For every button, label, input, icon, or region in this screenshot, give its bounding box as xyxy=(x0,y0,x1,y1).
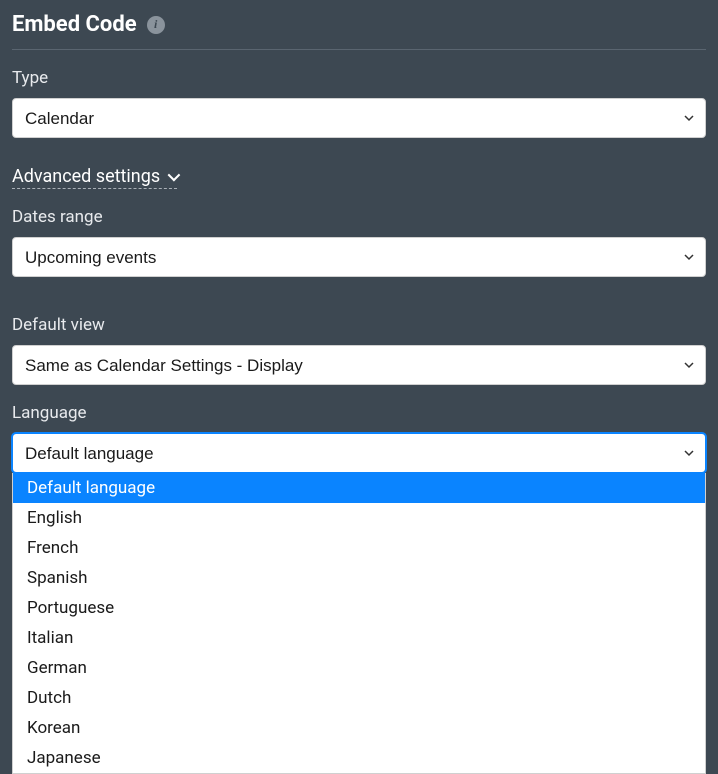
dates-range-label: Dates range xyxy=(12,207,706,227)
type-label: Type xyxy=(12,68,706,88)
page-title: Embed Code xyxy=(12,12,137,37)
dates-range-select[interactable]: Upcoming events xyxy=(12,237,706,277)
info-icon[interactable]: i xyxy=(147,16,165,34)
type-select[interactable]: Calendar xyxy=(12,98,706,138)
language-option[interactable]: Japanese xyxy=(13,743,705,773)
chevron-down-icon xyxy=(168,169,181,182)
language-option[interactable]: English xyxy=(13,503,705,533)
type-field-group: Type Calendar xyxy=(12,68,706,138)
dates-range-field-group: Dates range Upcoming events xyxy=(12,207,706,277)
language-select[interactable]: Default language xyxy=(12,433,706,473)
language-dropdown-list[interactable]: Default languageEnglishFrenchSpanishPort… xyxy=(12,473,706,774)
language-option[interactable]: French xyxy=(13,533,705,563)
language-field-group: Language Default language Default langua… xyxy=(12,403,706,774)
language-option[interactable]: Korean xyxy=(13,713,705,743)
language-option[interactable]: Spanish xyxy=(13,563,705,593)
language-option[interactable]: Italian xyxy=(13,623,705,653)
panel-header: Embed Code i xyxy=(12,12,706,50)
default-view-select[interactable]: Same as Calendar Settings - Display xyxy=(12,345,706,385)
default-view-field-group: Default view Same as Calendar Settings -… xyxy=(12,315,706,385)
language-option[interactable]: German xyxy=(13,653,705,683)
advanced-settings-label: Advanced settings xyxy=(12,166,160,187)
language-label: Language xyxy=(12,403,706,423)
language-option[interactable]: Portuguese xyxy=(13,593,705,623)
language-option[interactable]: Default language xyxy=(13,473,705,503)
language-option[interactable]: Dutch xyxy=(13,683,705,713)
default-view-label: Default view xyxy=(12,315,706,335)
advanced-settings-toggle[interactable]: Advanced settings xyxy=(12,166,177,189)
